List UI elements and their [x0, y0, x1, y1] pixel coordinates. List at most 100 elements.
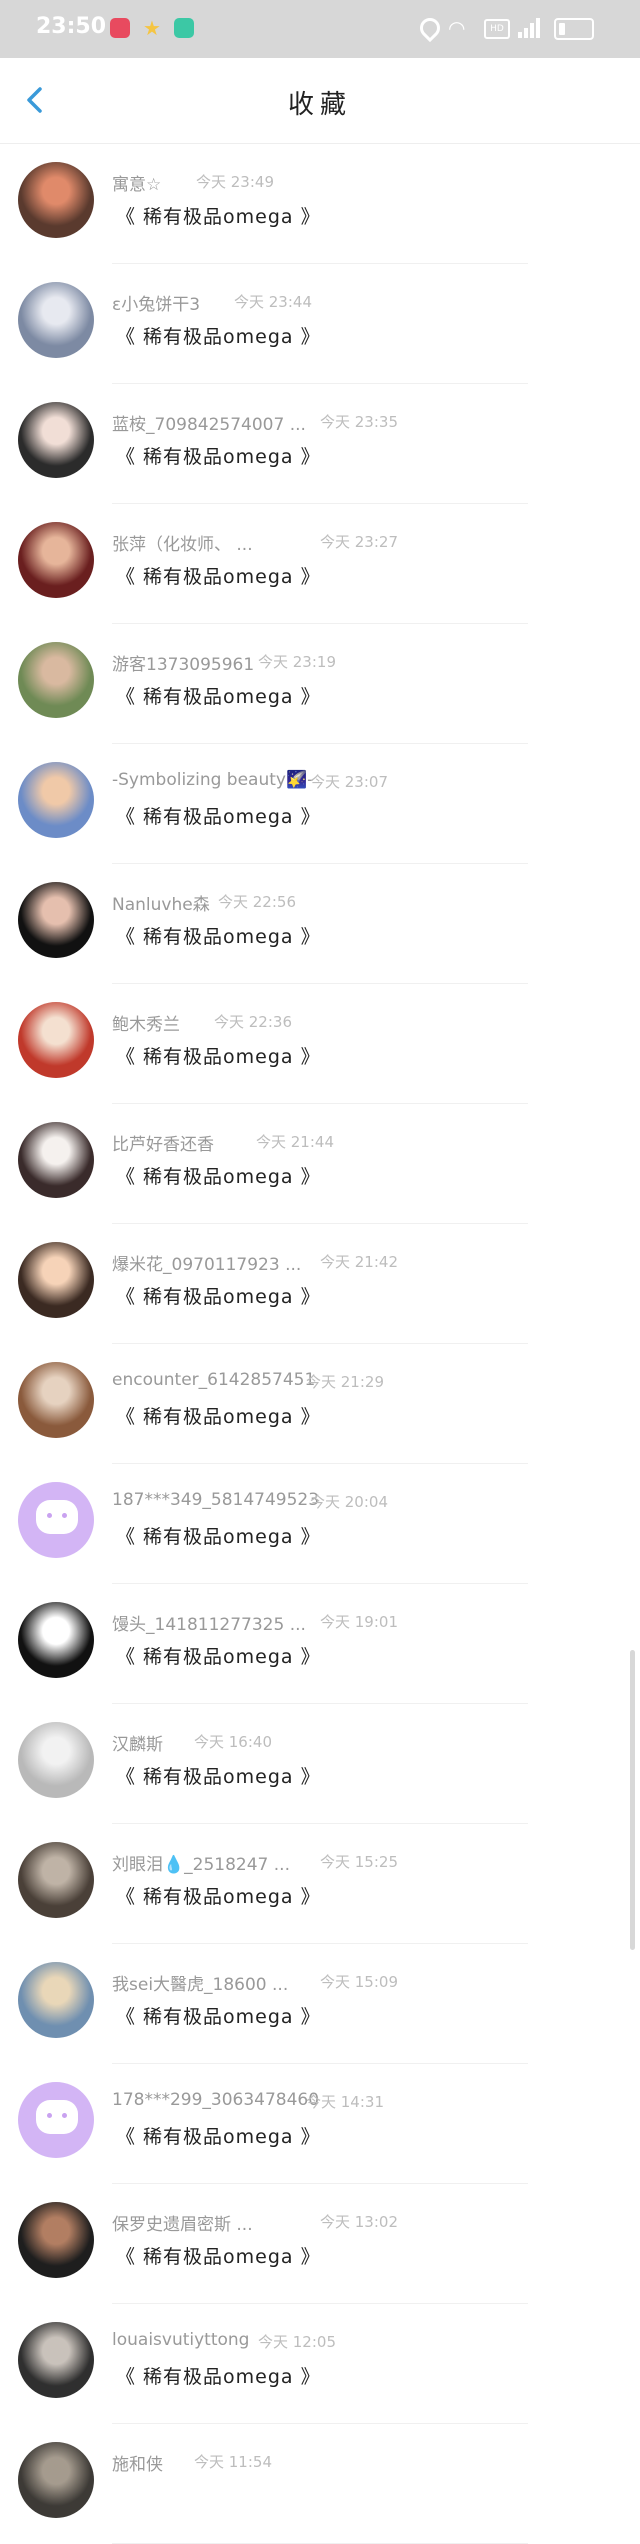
- battery-icon: [554, 18, 594, 40]
- avatar[interactable]: [18, 1122, 94, 1198]
- timestamp: 今天 15:09: [320, 1973, 398, 1991]
- avatar[interactable]: [18, 1362, 94, 1438]
- timestamp: 今天 11:54: [194, 2453, 272, 2471]
- message-preview: 《 稀有极品omega 》: [116, 2246, 321, 2268]
- list-item[interactable]: encounter_6142857451 今天 21:29 《 稀有极品omega …: [0, 1344, 640, 1464]
- list-item[interactable]: 馒头_141811277325 ... 今天 19:01 《 稀有极品omega 》: [0, 1584, 640, 1704]
- message-preview: 《 稀有极品omega 》: [116, 566, 321, 588]
- user-name: -Symbolizing beauty🌠-: [112, 770, 314, 790]
- list-item[interactable]: 保罗史遗眉密斯 ... 今天 13:02 《 稀有极品omega 》: [0, 2184, 640, 2304]
- avatar[interactable]: [18, 522, 94, 598]
- avatar[interactable]: [18, 1722, 94, 1798]
- timestamp: 今天 21:44: [256, 1133, 334, 1151]
- page-title: 收藏: [287, 90, 352, 120]
- scrollbar[interactable]: [630, 1650, 635, 1950]
- timestamp: 今天 23:35: [320, 413, 398, 431]
- message-preview: 《 稀有极品omega 》: [116, 926, 321, 948]
- avatar[interactable]: [18, 882, 94, 958]
- message-preview: 《 稀有极品omega 》: [116, 2126, 321, 2148]
- list-item[interactable]: Nanluvhe森 今天 22:56 《 稀有极品omega 》: [0, 864, 640, 984]
- favorites-list: 寓意☆ 今天 23:49 《 稀有极品omega 》 ε小兔饼干3 今天 23:44 《 …: [0, 144, 640, 2544]
- timestamp: 今天 21:29: [306, 1373, 384, 1391]
- avatar[interactable]: [18, 1602, 94, 1678]
- list-item[interactable]: 爆米花_0970117923 ... 今天 21:42 《 稀有极品omega 》: [0, 1224, 640, 1344]
- timestamp: 今天 23:19: [258, 653, 336, 671]
- user-name: 鲍木秀兰: [112, 1015, 180, 1035]
- user-name: 爆米花_0970117923 ...: [112, 1255, 302, 1275]
- list-item[interactable]: 鲍木秀兰 今天 22:36 《 稀有极品omega 》: [0, 984, 640, 1104]
- message-preview: 《 稀有极品omega 》: [116, 326, 321, 348]
- timestamp: 今天 19:01: [320, 1613, 398, 1631]
- list-item[interactable]: 汉麟斯 今天 16:40 《 稀有极品omega 》: [0, 1704, 640, 1824]
- user-name: louaisvutiyttong: [112, 2330, 250, 2350]
- signal-icon: [518, 18, 542, 38]
- user-name: 178***299_3063478460: [112, 2090, 320, 2110]
- list-item[interactable]: 施和侠 今天 11:54: [0, 2424, 640, 2544]
- timestamp: 今天 22:36: [214, 1013, 292, 1031]
- avatar[interactable]: [18, 2202, 94, 2278]
- user-name: 馒头_141811277325 ...: [112, 1615, 306, 1635]
- list-item[interactable]: 游客1373095961 今天 23:19 《 稀有极品omega 》: [0, 624, 640, 744]
- avatar[interactable]: [18, 1002, 94, 1078]
- timestamp: 今天 14:31: [306, 2093, 384, 2111]
- message-preview: 《 稀有极品omega 》: [116, 206, 321, 228]
- list-item[interactable]: ε小兔饼干3 今天 23:44 《 稀有极品omega 》: [0, 264, 640, 384]
- list-item[interactable]: 比芦好香还香 今天 21:44 《 稀有极品omega 》: [0, 1104, 640, 1224]
- avatar[interactable]: [18, 1242, 94, 1318]
- message-preview: 《 稀有极品omega 》: [116, 2006, 321, 2028]
- message-preview: 《 稀有极品omega 》: [116, 686, 321, 708]
- user-name: 比芦好香还香: [112, 1135, 214, 1155]
- avatar[interactable]: [18, 2322, 94, 2398]
- hd-icon: HD: [484, 19, 510, 39]
- timestamp: 今天 23:27: [320, 533, 398, 551]
- avatar[interactable]: [18, 1842, 94, 1918]
- user-name: 187***349_5814749523: [112, 1490, 320, 1510]
- timestamp: 今天 22:56: [218, 893, 296, 911]
- message-preview: 《 稀有极品omega 》: [116, 1166, 321, 1188]
- user-name: ε小兔饼干3: [112, 295, 201, 315]
- default-avatar[interactable]: [18, 2082, 94, 2158]
- user-name: 我sei大醫虎_18600 ...: [112, 1975, 289, 1995]
- avatar[interactable]: [18, 2442, 94, 2518]
- wifi-icon: ◠: [448, 16, 466, 40]
- message-preview: 《 稀有极品omega 》: [116, 1286, 321, 1308]
- list-item[interactable]: 178***299_3063478460 今天 14:31 《 稀有极品omega …: [0, 2064, 640, 2184]
- default-avatar[interactable]: [18, 1482, 94, 1558]
- user-name: Nanluvhe森: [112, 895, 210, 915]
- list-item[interactable]: 寓意☆ 今天 23:49 《 稀有极品omega 》: [0, 144, 640, 264]
- chat-bubble-icon: [36, 1500, 78, 1534]
- chat-bubble-icon: [36, 2100, 78, 2134]
- list-item[interactable]: -Symbolizing beauty🌠- 今天 23:07 《 稀有极品omega…: [0, 744, 640, 864]
- status-bar: 23:50 ★ ◠ HD: [0, 0, 640, 58]
- avatar[interactable]: [18, 402, 94, 478]
- avatar[interactable]: [18, 282, 94, 358]
- avatar[interactable]: [18, 162, 94, 238]
- list-item[interactable]: 187***349_5814749523 今天 20:04 《 稀有极品omega …: [0, 1464, 640, 1584]
- user-name: 游客1373095961: [112, 655, 255, 675]
- user-name: 张萍（化妆师、 ...: [112, 535, 253, 555]
- message-preview: 《 稀有极品omega 》: [116, 446, 321, 468]
- list-item[interactable]: louaisvutiyttong 今天 12:05 《 稀有极品omega 》: [0, 2304, 640, 2424]
- avatar[interactable]: [18, 1962, 94, 2038]
- avatar[interactable]: [18, 642, 94, 718]
- timestamp: 今天 23:49: [196, 173, 274, 191]
- app-notification-icon: [110, 18, 130, 38]
- avatar[interactable]: [18, 762, 94, 838]
- list-item[interactable]: 张萍（化妆师、 ... 今天 23:27 《 稀有极品omega 》: [0, 504, 640, 624]
- timestamp: 今天 23:44: [234, 293, 312, 311]
- message-preview: 《 稀有极品omega 》: [116, 1526, 321, 1548]
- timestamp: 今天 16:40: [194, 1733, 272, 1751]
- message-preview: 《 稀有极品omega 》: [116, 806, 321, 828]
- app-notification-icon-green: [174, 18, 194, 38]
- list-item[interactable]: 刘眼泪💧_2518247 ... 今天 15:25 《 稀有极品omega 》: [0, 1824, 640, 1944]
- user-name: 刘眼泪💧_2518247 ...: [112, 1855, 290, 1875]
- user-name: 寓意☆: [112, 175, 162, 195]
- timestamp: 今天 20:04: [310, 1493, 388, 1511]
- timestamp: 今天 23:07: [310, 773, 388, 791]
- list-item[interactable]: 蓝桉_709842574007 ... 今天 23:35 《 稀有极品omega 》: [0, 384, 640, 504]
- location-icon: [415, 13, 445, 43]
- message-preview: 《 稀有极品omega 》: [116, 1766, 321, 1788]
- list-item[interactable]: 我sei大醫虎_18600 ... 今天 15:09 《 稀有极品omega 》: [0, 1944, 640, 2064]
- user-name: 汉麟斯: [112, 1735, 163, 1755]
- message-preview: 《 稀有极品omega 》: [116, 1046, 321, 1068]
